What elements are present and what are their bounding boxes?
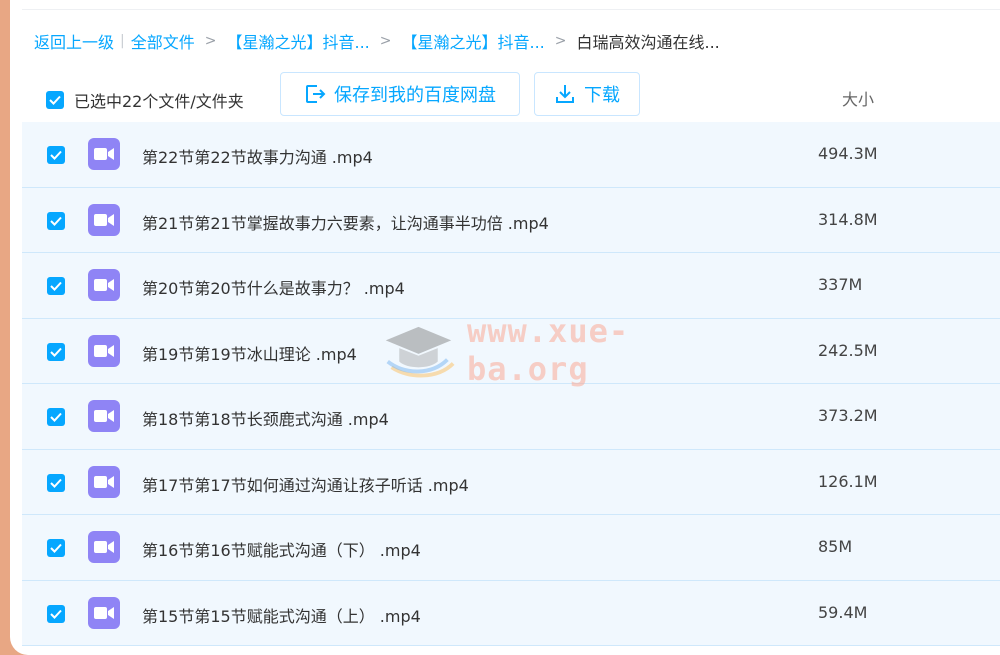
file-row[interactable]: 第19节第19节冰山理论 .mp4 242.5M (22, 318, 1000, 384)
file-share-panel: 返回上一级 | 全部文件 > 【星瀚之光】抖音... > 【星瀚之光】抖音...… (10, 0, 1000, 655)
video-file-icon (88, 400, 120, 432)
file-size: 59.4M (818, 602, 868, 622)
file-row[interactable]: 第16节第16节赋能式沟通（下） .mp4 85M (22, 515, 1000, 581)
breadcrumb-separator: > (554, 33, 567, 49)
breadcrumb-back[interactable]: 返回上一级 (34, 29, 114, 53)
file-size: 337M (818, 275, 863, 294)
breadcrumb-current: 白瑞高效沟通在线... (576, 33, 720, 52)
save-to-cloud-icon (306, 85, 326, 103)
breadcrumb-level-1[interactable]: 【星瀚之光】抖音... (226, 29, 369, 53)
file-size: 494.3M (818, 144, 878, 163)
video-camera-icon (94, 606, 114, 619)
video-file-icon (88, 203, 120, 236)
video-file-icon (88, 596, 120, 629)
file-name[interactable]: 第16节第16节赋能式沟通（下） .mp4 (142, 537, 421, 561)
row-checkbox[interactable] (47, 604, 65, 623)
video-file-icon (88, 465, 120, 498)
video-file-icon (88, 269, 120, 301)
row-checkbox[interactable] (47, 211, 65, 230)
file-name[interactable]: 第15节第15节赋能式沟通（上） .mp4 (142, 603, 421, 627)
save-to-netdisk-button[interactable]: 保存到我的百度网盘 (280, 72, 520, 116)
file-name[interactable]: 第19节第19节冰山理论 .mp4 (142, 341, 357, 365)
divider (22, 9, 1000, 10)
file-name[interactable]: 第17节第17节如何通过沟通让孩子听话 .mp4 (142, 472, 469, 496)
file-row[interactable]: 第15节第15节赋能式沟通（上） .mp4 59.4M (22, 580, 1000, 646)
row-checkbox[interactable] (47, 539, 65, 557)
check-icon (50, 216, 62, 226)
breadcrumb-separator: > (379, 33, 392, 49)
file-row[interactable]: 第18节第18节长颈鹿式沟通 .mp4 373.2M (22, 384, 1000, 450)
check-icon (50, 478, 62, 488)
file-size: 126.1M (818, 471, 878, 491)
video-camera-icon (94, 410, 114, 422)
file-row[interactable]: 第21节第21节掌握故事力六要素，让沟通事半功倍 .mp4 314.8M (22, 187, 1000, 253)
row-checkbox[interactable] (47, 146, 65, 164)
video-file-icon (88, 334, 120, 367)
file-size: 373.2M (818, 406, 878, 425)
row-checkbox[interactable] (47, 473, 65, 492)
download-button[interactable]: 下载 (534, 72, 640, 116)
check-icon (50, 281, 62, 291)
file-name[interactable]: 第21节第21节掌握故事力六要素，让沟通事半功倍 .mp4 (142, 210, 549, 234)
file-row[interactable]: 第22节第22节故事力沟通 .mp4 494.3M (22, 122, 1000, 188)
file-size: 85M (818, 537, 853, 556)
download-icon (556, 85, 574, 103)
select-all[interactable]: 已选中22个文件/文件夹 (46, 88, 244, 112)
video-camera-icon (94, 344, 114, 357)
video-file-icon (88, 138, 120, 170)
file-row[interactable]: 第20节第20节什么是故事力？ .mp4 337M (22, 253, 1000, 319)
row-checkbox[interactable] (47, 277, 65, 295)
file-name[interactable]: 第20节第20节什么是故事力？ .mp4 (142, 275, 405, 299)
check-icon (50, 347, 62, 357)
check-icon (50, 412, 62, 422)
video-camera-icon (94, 475, 114, 488)
breadcrumb-separator: > (204, 33, 217, 49)
file-name[interactable]: 第22节第22节故事力沟通 .mp4 (142, 144, 373, 168)
download-button-label: 下载 (584, 85, 620, 106)
row-checkbox[interactable] (47, 408, 65, 426)
video-camera-icon (94, 541, 114, 553)
file-size: 314.8M (818, 209, 878, 229)
file-name[interactable]: 第18节第18节长颈鹿式沟通 .mp4 (142, 406, 389, 430)
check-icon (50, 609, 62, 619)
select-all-checkbox[interactable] (46, 91, 64, 109)
file-size: 242.5M (818, 340, 878, 360)
check-icon (50, 543, 62, 553)
video-camera-icon (94, 279, 114, 291)
row-checkbox[interactable] (47, 342, 65, 361)
selection-count-label: 已选中22个文件/文件夹 (74, 92, 244, 111)
file-row[interactable]: 第17节第17节如何通过沟通让孩子听话 .mp4 126.1M (22, 449, 1000, 515)
check-icon (49, 95, 61, 105)
breadcrumb-all-files[interactable]: 全部文件 (131, 29, 195, 53)
breadcrumb-level-2[interactable]: 【星瀚之光】抖音... (401, 29, 544, 53)
save-button-label: 保存到我的百度网盘 (334, 85, 496, 106)
breadcrumb-pipe: | (120, 33, 125, 49)
video-camera-icon (94, 213, 114, 226)
toolbar: 已选中22个文件/文件夹 保存到我的百度网盘 下载 大小 (10, 70, 1000, 118)
size-column-header[interactable]: 大小 (842, 86, 874, 110)
file-list: 第22节第22节故事力沟通 .mp4 494.3M 第21节第21节掌握故事力六… (22, 122, 1000, 646)
video-camera-icon (94, 148, 114, 160)
breadcrumb: 返回上一级 | 全部文件 > 【星瀚之光】抖音... > 【星瀚之光】抖音...… (34, 30, 720, 52)
video-file-icon (88, 531, 120, 563)
check-icon (50, 150, 62, 160)
